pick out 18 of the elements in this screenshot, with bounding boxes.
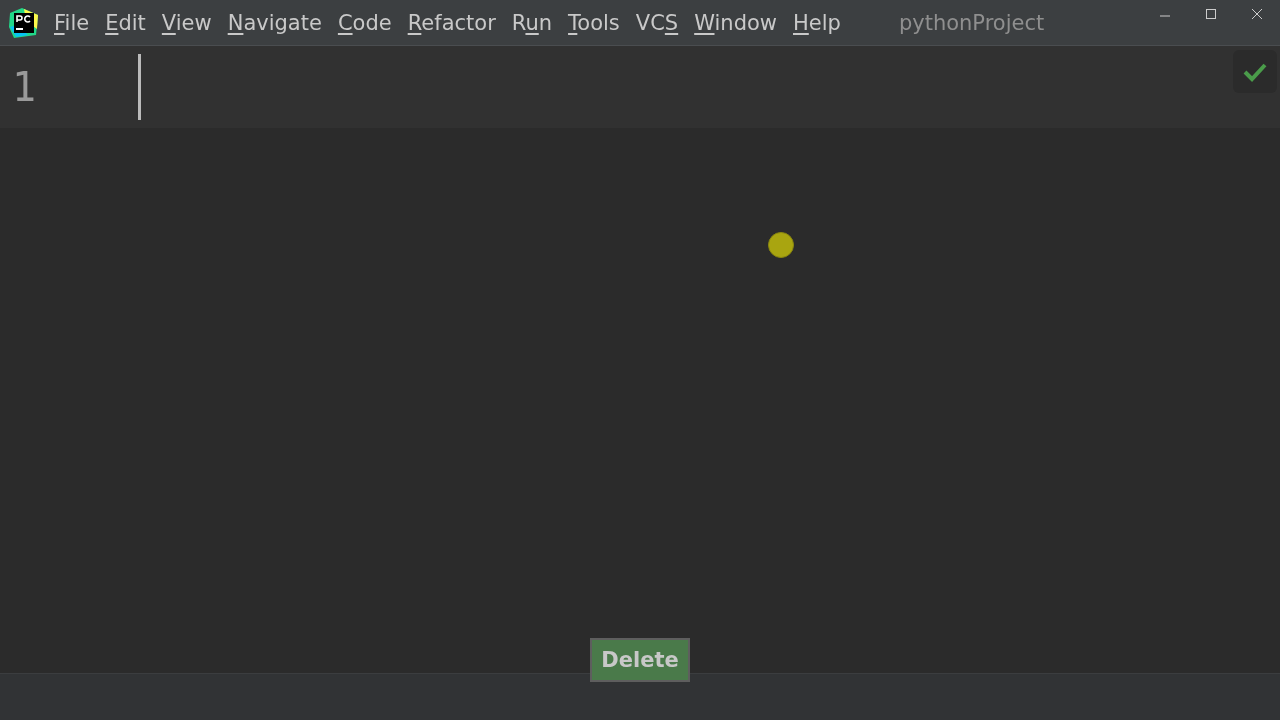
menu-item[interactable]: Refactor [399, 10, 504, 35]
window-title: pythonProject [898, 10, 1045, 35]
checkmark-icon [1243, 61, 1267, 82]
menu-item[interactable]: Edit [97, 10, 154, 35]
text-cursor [138, 54, 141, 120]
menu-item[interactable]: Code [329, 10, 400, 35]
no-problems-button[interactable] [1233, 50, 1277, 93]
line-number: 1 [12, 64, 38, 110]
menu-item[interactable]: Help [785, 10, 849, 35]
menu-item[interactable]: View [153, 10, 220, 35]
menu-item[interactable]: Tools [560, 10, 628, 35]
menu-item[interactable]: Window [686, 10, 785, 35]
menu-item[interactable]: File [46, 10, 98, 35]
menu-item[interactable]: Navigate [219, 10, 330, 35]
menu-item[interactable]: VCS [627, 10, 687, 35]
app-logo-icon [8, 6, 40, 39]
menu-item[interactable]: Run [503, 10, 561, 35]
pointer-dot [768, 232, 794, 258]
